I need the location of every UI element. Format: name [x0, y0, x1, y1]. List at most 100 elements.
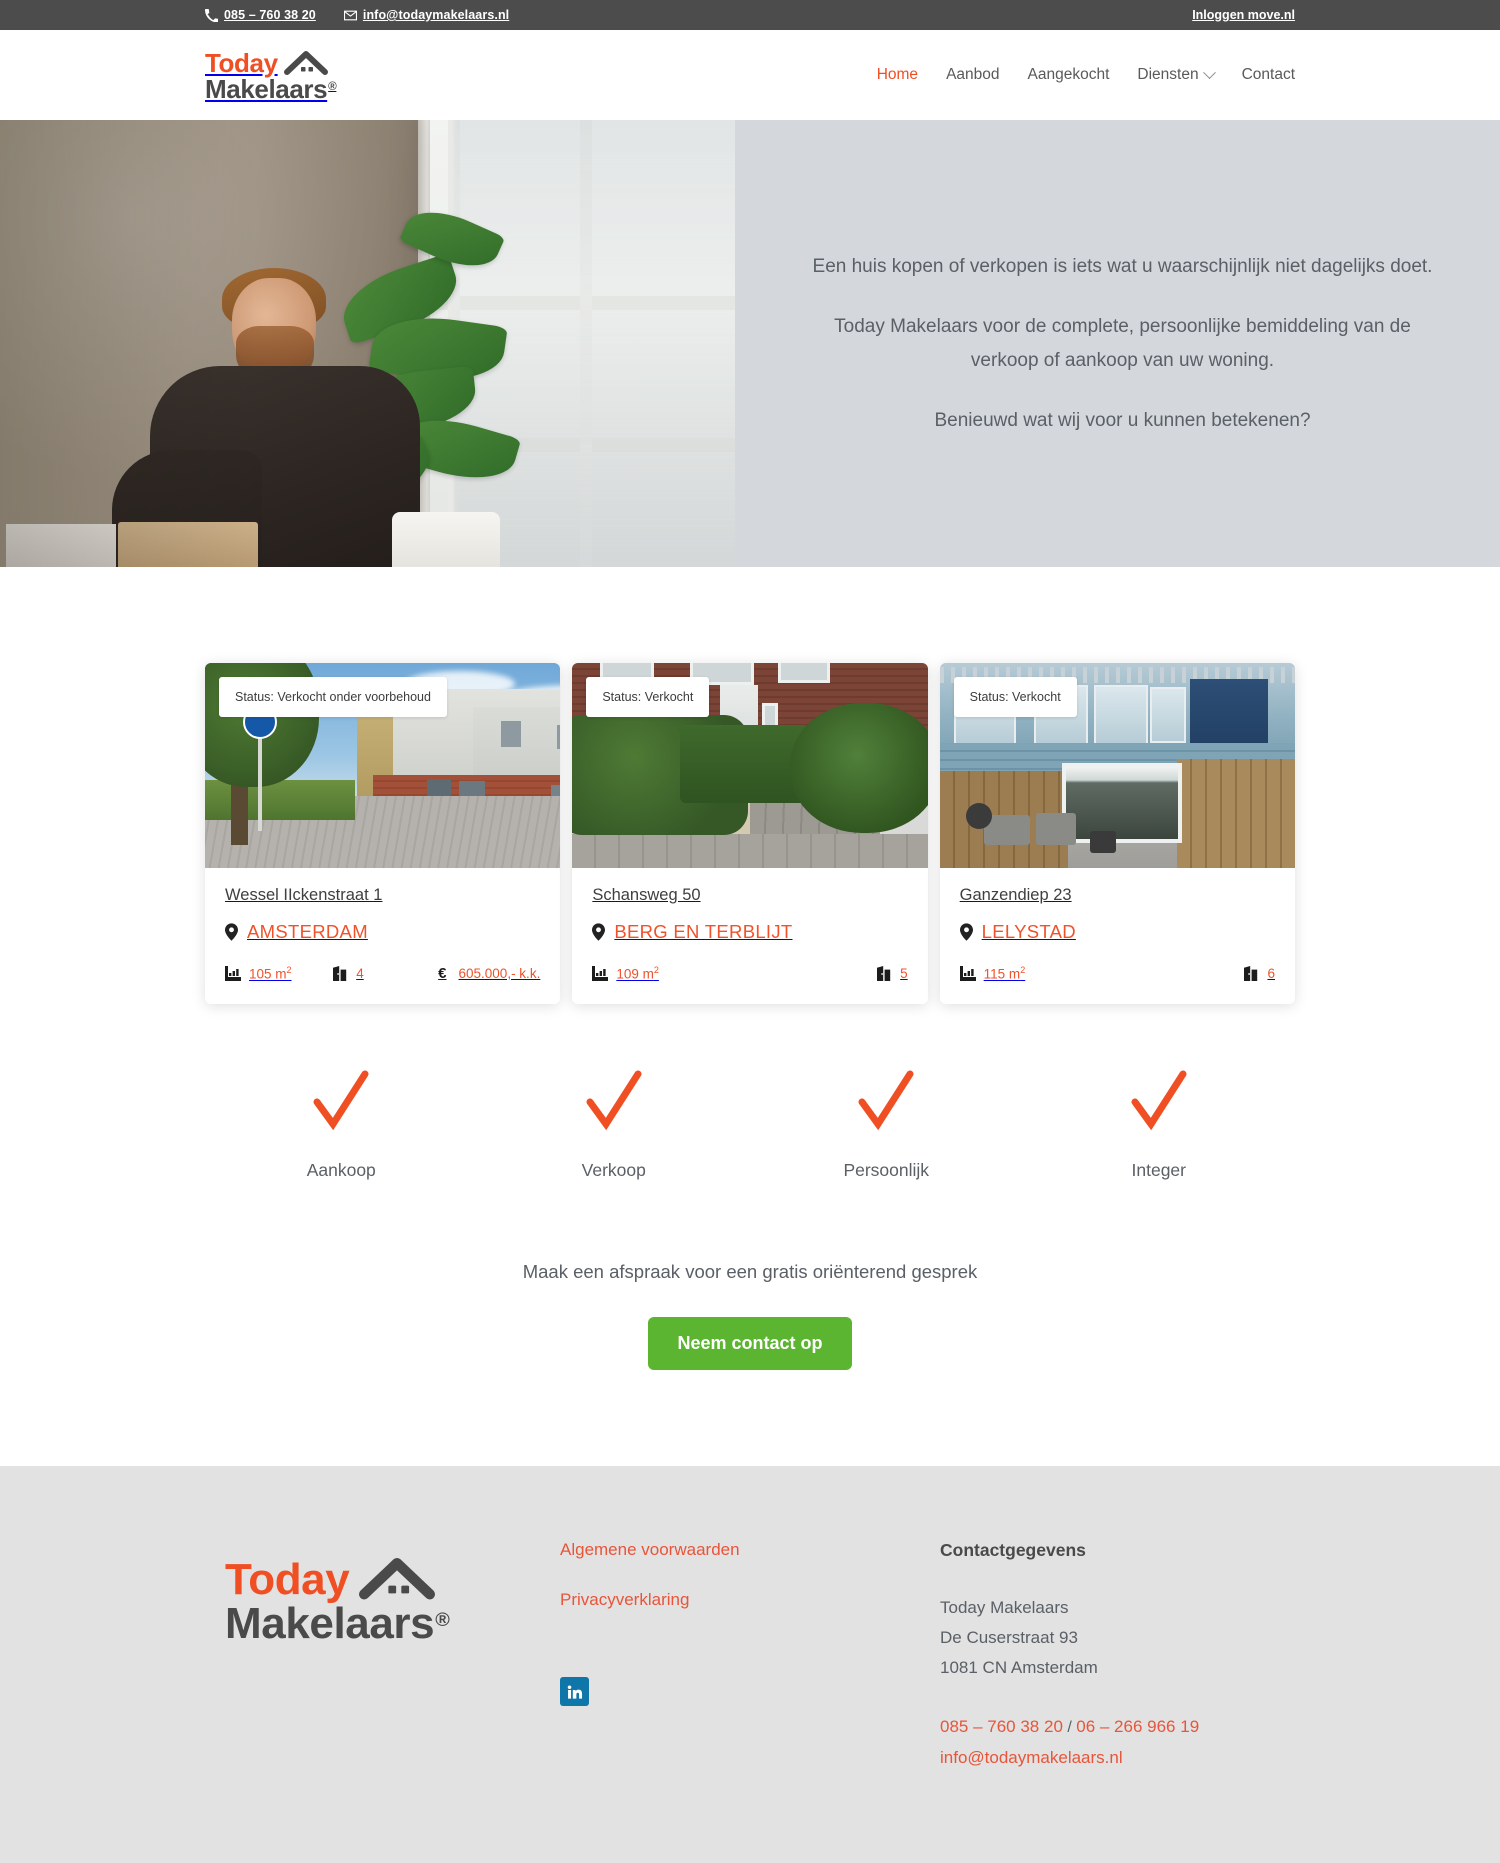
listings-section: Status: Verkocht onder voorbehoud Wessel… — [0, 567, 1500, 1466]
logo-word-makelaars: Makelaars ® — [205, 73, 337, 104]
hero-photo — [0, 120, 735, 567]
listing-photo: Status: Verkocht — [572, 663, 928, 868]
listing-city-row: BERG EN TERBLIJT — [592, 921, 907, 943]
footer-phone-separator: / — [1062, 1719, 1077, 1736]
footer-links-column: Algemene voorwaarden Privacyverklaring — [560, 1540, 940, 1773]
listing-rooms: 5 — [700, 965, 908, 981]
topbar-login-link[interactable]: Inloggen move.nl — [1192, 8, 1295, 22]
logo-word-today: Today — [205, 47, 278, 78]
nav-item-diensten[interactable]: Diensten — [1123, 65, 1227, 84]
location-pin-icon — [225, 923, 238, 941]
usp-label: Persoonlijk — [843, 1160, 930, 1180]
footer-contact-heading: Contactgegevens — [940, 1540, 1086, 1560]
hero-section: Een huis kopen of verkopen is iets wat u… — [0, 120, 1500, 567]
nav-item-contact[interactable]: Contact — [1228, 66, 1295, 84]
listing-size: 115 m2 — [959, 965, 1067, 982]
usp-label: Verkoop — [581, 1160, 646, 1180]
footer-email[interactable]: info@todaymakelaars.nl — [940, 1748, 1123, 1767]
rooms-icon — [1243, 965, 1259, 981]
location-pin-icon — [592, 923, 606, 941]
listing-rooms-value: 4 — [356, 966, 364, 981]
usp-item-persoonlijk: Persoonlijk — [750, 1064, 1023, 1181]
phone-icon — [205, 8, 218, 22]
listings-grid: Status: Verkocht onder voorbehoud Wessel… — [205, 663, 1295, 1004]
topbar-phone-text: 085 – 760 38 20 — [224, 8, 316, 22]
linkedin-icon[interactable] — [560, 1677, 589, 1706]
listing-address: Schansweg 50 — [592, 886, 701, 904]
nav-item-aanbod[interactable]: Aanbod — [932, 66, 1013, 84]
footer-link-privacy[interactable]: Privacyverklaring — [560, 1590, 940, 1610]
nav-item-aangekocht[interactable]: Aangekocht — [1014, 66, 1124, 84]
footer-link-terms[interactable]: Algemene voorwaarden — [560, 1540, 940, 1560]
euro-icon: € — [438, 965, 447, 982]
footer-contact-links: 085 – 760 38 20 / 06 – 266 966 19 info@t… — [940, 1711, 1295, 1773]
check-icon — [478, 1064, 751, 1136]
contact-cta-button[interactable]: Neem contact op — [648, 1317, 852, 1370]
roof-icon — [359, 1554, 436, 1600]
hero-paragraph-1: Een huis kopen of verkopen is iets wat u… — [812, 255, 1433, 277]
topbar-phone-link[interactable]: 085 – 760 38 20 — [205, 8, 316, 22]
footer-phone-2[interactable]: 06 – 266 966 19 — [1076, 1717, 1199, 1736]
listing-city: AMSTERDAM — [247, 921, 368, 942]
listing-city: LELYSTAD — [981, 921, 1076, 942]
listing-size-value: 109 m2 — [616, 965, 659, 982]
nav-item-home[interactable]: Home — [863, 66, 932, 84]
listing-address: Wessel IIckenstraat 1 — [225, 886, 383, 904]
roof-icon — [283, 49, 328, 75]
top-utility-bar: 085 – 760 38 20 info@todaymakelaars.nl I… — [0, 0, 1500, 30]
site-footer: Today Makelaars ® Algemene voorwaarden Pr — [0, 1466, 1500, 1863]
listing-rooms: 6 — [1067, 965, 1275, 981]
listing-card[interactable]: Status: Verkocht onder voorbehoud Wessel… — [205, 663, 561, 1004]
envelope-icon — [343, 9, 357, 22]
listing-size-value: 105 m2 — [249, 965, 292, 982]
cta-text: Maak een afspraak voor een gratis oriënt… — [522, 1261, 978, 1282]
footer-phone-1[interactable]: 085 – 760 38 20 — [940, 1717, 1063, 1736]
registered-mark: ® — [328, 80, 337, 94]
site-header: Today Makelaars ® Home Aanbod Aangekocht… — [0, 30, 1500, 120]
footer-logo-column: Today Makelaars ® — [205, 1540, 560, 1773]
header-logo-link[interactable]: Today Makelaars ® — [205, 47, 337, 104]
listing-meta: 109 m2 5 — [592, 965, 908, 982]
rooms-icon — [332, 966, 348, 981]
listing-meta: 115 m2 6 — [959, 965, 1275, 982]
footer-contact-name: Today Makelaars — [940, 1598, 1069, 1617]
hero-text-panel: Een huis kopen of verkopen is iets wat u… — [735, 120, 1500, 567]
footer-brand-logo: Today Makelaars ® — [225, 1554, 450, 1646]
cta-section: Maak een afspraak voor een gratis oriënt… — [0, 1181, 1500, 1466]
logo-word-today: Today — [225, 1555, 350, 1604]
chevron-down-icon — [1202, 65, 1216, 79]
listing-address: Ganzendiep 23 — [959, 886, 1072, 904]
floorplan-icon — [592, 965, 609, 981]
footer-contact-street: De Cuserstraat 93 — [940, 1628, 1078, 1647]
usp-row: Aankoop Verkoop Persoonlijk Integer — [205, 1064, 1295, 1181]
location-pin-icon — [959, 923, 973, 941]
brand-logo: Today Makelaars ® — [205, 47, 337, 104]
listing-card[interactable]: Status: Verkocht Ganzendiep 23 LELYSTAD … — [939, 663, 1295, 1004]
topbar-email-link[interactable]: info@todaymakelaars.nl — [343, 8, 510, 22]
usp-item-integer: Integer — [1023, 1064, 1296, 1181]
listing-status-badge: Status: Verkocht onder voorbehoud — [219, 677, 447, 717]
listing-city: BERG EN TERBLIJT — [614, 921, 793, 942]
usp-label: Aankoop — [306, 1160, 376, 1180]
listing-size-value: 115 m2 — [983, 965, 1026, 982]
listing-city-row: LELYSTAD — [959, 921, 1275, 943]
listing-rooms-value: 6 — [1267, 965, 1275, 981]
check-icon — [205, 1064, 478, 1136]
check-icon — [1023, 1064, 1296, 1136]
footer-contact-citypostal: 1081 CN Amsterdam — [940, 1658, 1098, 1677]
listing-rooms-value: 5 — [900, 965, 908, 981]
usp-item-verkoop: Verkoop — [478, 1064, 751, 1181]
listing-size: 109 m2 — [592, 965, 699, 982]
hero-paragraph-3: Benieuwd wat wij voor u kunnen betekenen… — [934, 409, 1311, 431]
listing-photo: Status: Verkocht onder voorbehoud — [205, 663, 561, 868]
footer-contact-column: Contactgegevens Today Makelaars De Cuser… — [940, 1540, 1295, 1773]
floorplan-icon — [959, 965, 976, 981]
topbar-email-text: info@todaymakelaars.nl — [362, 8, 510, 22]
rooms-icon — [876, 965, 892, 981]
listing-rooms: 4 — [332, 966, 438, 981]
listing-photo: Status: Verkocht — [939, 663, 1295, 868]
listing-card[interactable]: Status: Verkocht Schansweg 50 BERG EN TE… — [572, 663, 928, 1004]
listing-status-badge: Status: Verkocht — [953, 677, 1077, 717]
usp-label: Integer — [1131, 1160, 1186, 1180]
listing-price-value: 605.000,- k.k. — [458, 966, 541, 981]
